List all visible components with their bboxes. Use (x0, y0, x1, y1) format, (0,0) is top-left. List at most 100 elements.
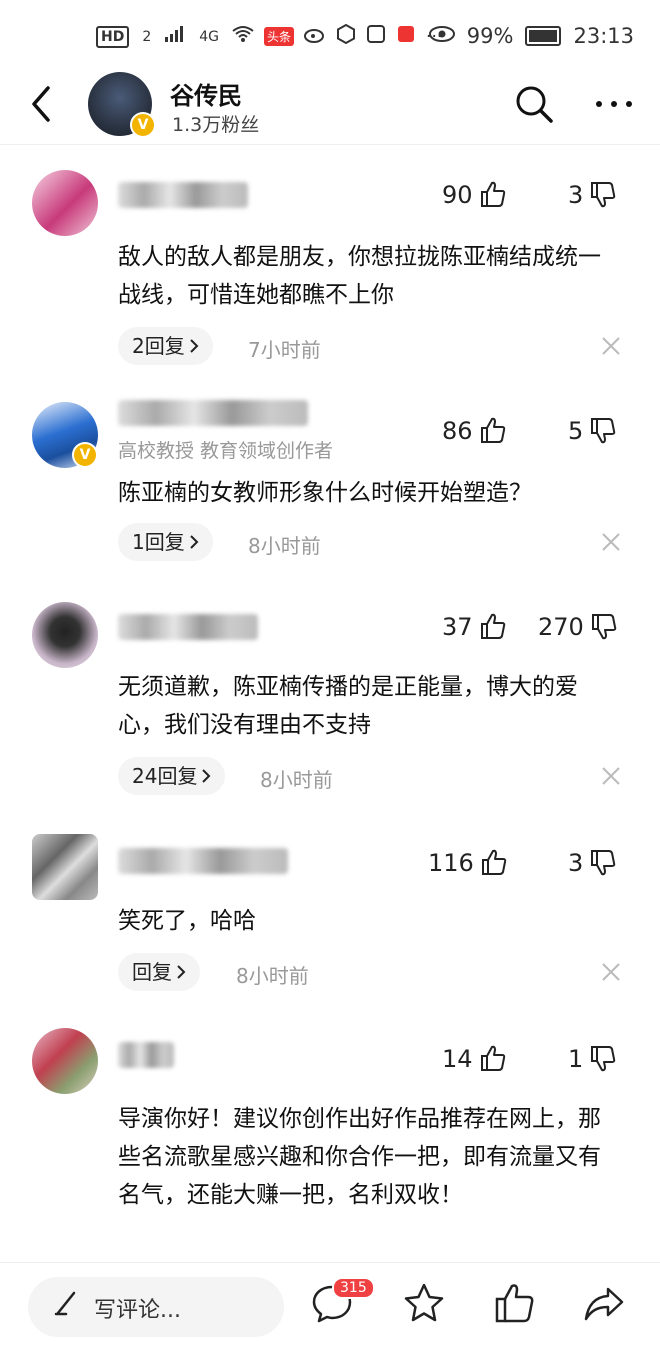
thumbs-up-icon[interactable] (480, 848, 508, 878)
bottom-action-bar: 写评论... 315 (0, 1262, 660, 1361)
thumbs-down-icon[interactable] (589, 180, 617, 210)
comment-count-badge: 315 (332, 1277, 375, 1299)
commenter-avatar[interactable] (32, 602, 98, 668)
comment-item: 116 3 笑死了，哈哈 回复 8小时前 (0, 830, 660, 1000)
reply-label: 24回复 (132, 764, 198, 788)
chevron-right-icon (189, 535, 198, 549)
comment-text: 导演你好！建议你创作出好作品推荐在网上，那些名流歌星感兴趣和你合作一把，即有流量… (118, 1106, 601, 1208)
commenter-subtitle: 高校教授 教育领域创作者 (118, 440, 334, 462)
book-app-icon (366, 24, 386, 49)
toutiao-icon: 头条 (264, 27, 295, 46)
reply-button[interactable]: 24回复 (118, 757, 226, 795)
profile-name[interactable]: 谷传民 (170, 76, 242, 111)
profile-header: V 谷传民 1.3万粉丝 (0, 68, 660, 145)
comment-item: 37 270 无须道歉，陈亚楠传播的是正能量，博大的爱心，我们没有理由不支持 2… (0, 598, 660, 808)
hexagon-app-icon (336, 23, 356, 49)
like-count: 90 (442, 181, 473, 209)
dislike-count: 1 (568, 1045, 584, 1073)
reply-button[interactable]: 2回复 (118, 327, 213, 365)
share-icon[interactable] (582, 1281, 626, 1325)
comment-text: 敌人的敌人都是朋友，你想拉拢陈亚楠结成统一战线，可惜连她都瞧不上你 (118, 244, 601, 308)
commenter-name-blurred[interactable] (118, 182, 248, 208)
close-icon[interactable] (600, 531, 622, 553)
thumbs-down-icon[interactable] (590, 612, 618, 642)
status-right: 99% 23:13 (428, 24, 634, 48)
thumbs-up-icon[interactable] (479, 612, 507, 642)
like-icon[interactable] (492, 1281, 536, 1325)
network-label: 4G (199, 28, 220, 45)
dislike-count: 3 (568, 181, 584, 209)
thumbs-up-icon[interactable] (479, 180, 507, 210)
commenter-name-blurred[interactable] (118, 614, 258, 640)
comment-item: V 高校教授 教育领域创作者 86 5 陈亚楠的女教师形象什么时候开始塑造？ 1… (0, 396, 660, 576)
clock: 23:13 (573, 24, 634, 48)
commenter-avatar[interactable] (32, 1028, 98, 1094)
like-control[interactable]: 37 (442, 612, 507, 642)
like-count: 86 (442, 417, 473, 445)
reply-label: 2回复 (132, 334, 185, 358)
dislike-control[interactable]: 270 (538, 612, 618, 642)
reply-button[interactable]: 回复 (118, 953, 200, 991)
battery-percent: 99% (466, 24, 514, 48)
wifi-icon (232, 25, 254, 48)
comment-text: 陈亚楠的女教师形象什么时候开始塑造？ (118, 480, 532, 506)
commenter-name-blurred[interactable] (118, 848, 288, 874)
like-count: 14 (442, 1045, 473, 1073)
dislike-count: 5 (568, 417, 584, 445)
comment-time: 8小时前 (236, 964, 309, 988)
thumbs-up-icon[interactable] (479, 416, 507, 446)
thumbs-down-icon[interactable] (589, 416, 617, 446)
sim2-label: 2 (142, 28, 152, 45)
comment-item: 14 1 导演你好！建议你创作出好作品推荐在网上，那些名流歌星感兴趣和你合作一把… (0, 1024, 660, 1260)
dislike-control[interactable]: 1 (568, 1044, 617, 1074)
like-control[interactable]: 116 (428, 848, 508, 878)
close-icon[interactable] (600, 961, 622, 983)
thumbs-down-icon[interactable] (589, 1044, 617, 1074)
weibo-icon (304, 25, 326, 48)
comment-text: 无须道歉，陈亚楠传播的是正能量，博大的爱心，我们没有理由不支持 (118, 674, 578, 738)
search-icon[interactable] (514, 84, 554, 124)
verified-badge: V (130, 112, 156, 138)
battery-icon (525, 26, 562, 46)
gift-app-icon (396, 24, 416, 49)
status-left: HD 2 4G 头条 ··· (96, 23, 442, 49)
chevron-right-icon (202, 769, 211, 783)
thumbs-up-icon[interactable] (479, 1044, 507, 1074)
commenter-avatar[interactable] (32, 170, 98, 236)
like-control[interactable]: 86 (442, 416, 507, 446)
commenter-avatar[interactable] (32, 834, 98, 900)
reply-label: 回复 (132, 960, 172, 984)
dislike-control[interactable]: 3 (568, 180, 617, 210)
pen-icon (54, 1291, 76, 1316)
dislike-control[interactable]: 3 (568, 848, 617, 878)
commenter-name-blurred[interactable] (118, 400, 308, 426)
like-control[interactable]: 90 (442, 180, 507, 210)
close-icon[interactable] (600, 765, 622, 787)
dislike-count: 3 (568, 849, 584, 877)
signal-icon (164, 25, 186, 48)
eye-icon (428, 24, 455, 48)
verified-badge: V (72, 442, 98, 468)
thumbs-down-icon[interactable] (589, 848, 617, 878)
like-count: 37 (442, 613, 473, 641)
fan-count: 1.3万粉丝 (172, 114, 260, 136)
write-comment-placeholder[interactable]: 写评论... (94, 1292, 181, 1324)
back-arrow-icon[interactable] (22, 80, 62, 128)
dislike-control[interactable]: 5 (568, 416, 617, 446)
reply-button[interactable]: 1回复 (118, 523, 213, 561)
chevron-right-icon (177, 965, 185, 979)
status-bar: HD 2 4G 头条 ··· 99% 23:13 (0, 0, 660, 74)
close-icon[interactable] (600, 335, 622, 357)
chevron-right-icon (189, 339, 198, 353)
star-icon[interactable] (402, 1281, 446, 1325)
dislike-count: 270 (538, 613, 584, 641)
like-count: 116 (428, 849, 474, 877)
comment-time: 8小时前 (260, 768, 333, 792)
more-icon[interactable] (594, 90, 634, 118)
comment-time: 8小时前 (248, 534, 321, 558)
like-control[interactable]: 14 (442, 1044, 507, 1074)
comment-text: 笑死了，哈哈 (118, 908, 256, 934)
comment-time: 7小时前 (248, 338, 321, 362)
commenter-name-blurred[interactable] (118, 1042, 174, 1068)
reply-label: 1回复 (132, 530, 185, 554)
